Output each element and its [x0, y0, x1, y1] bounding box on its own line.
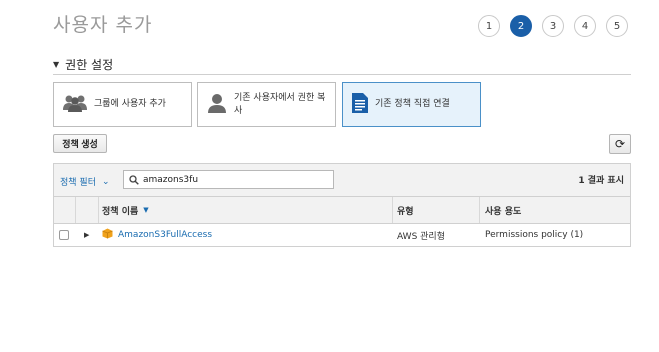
search-field[interactable]: [123, 170, 334, 189]
step-3[interactable]: 3: [542, 15, 564, 37]
step-5[interactable]: 5: [606, 15, 628, 37]
column-header-policy-name[interactable]: 정책 이름 ▼: [99, 197, 393, 223]
row-name-cell: AmazonS3FullAccess: [99, 224, 393, 246]
group-icon: [62, 93, 88, 116]
expand-arrow-icon[interactable]: ▶: [84, 231, 89, 239]
step-indicator: 1 2 3 4 5: [478, 15, 628, 37]
table-row: ▶ AmazonS3FullAccess AWS 관리형 Permissions…: [54, 224, 630, 246]
option-attach-existing-policy[interactable]: 기존 정책 직접 연결: [342, 82, 481, 127]
header-expand-cell: [76, 197, 99, 223]
document-icon: [351, 92, 369, 117]
row-check-cell: [54, 224, 76, 246]
refresh-button[interactable]: ⟳: [609, 134, 631, 154]
option-label: 그룹에 사용자 추가: [94, 99, 166, 110]
section-divider: [53, 74, 631, 75]
sort-desc-icon: ▼: [143, 206, 149, 214]
create-policy-button[interactable]: 정책 생성: [53, 134, 107, 153]
step-1[interactable]: 1: [478, 15, 500, 37]
policy-name-link[interactable]: AmazonS3FullAccess: [118, 230, 212, 240]
option-add-to-group[interactable]: 그룹에 사용자 추가: [53, 82, 192, 127]
user-icon: [206, 92, 228, 117]
table-header: 정책 이름 ▼ 유형 사용 용도: [54, 197, 630, 224]
option-label: 기존 사용자에서 권한 복사: [234, 93, 326, 116]
step-2-active[interactable]: 2: [510, 15, 532, 37]
column-header-usage[interactable]: 사용 용도: [480, 197, 630, 223]
policy-table: 정책 필터 ⌄ 1 결과 표시 정책 이름 ▼ 유형 사용 용도: [53, 163, 631, 247]
column-label: 정책 이름: [102, 206, 139, 217]
policy-filter-dropdown[interactable]: 정책 필터 ⌄: [60, 175, 110, 189]
header-check-cell: [54, 197, 76, 223]
option-copy-from-user[interactable]: 기존 사용자에서 권한 복사: [197, 82, 336, 127]
filter-bar: 정책 필터 ⌄ 1 결과 표시: [54, 164, 630, 197]
refresh-icon: ⟳: [614, 137, 626, 151]
row-usage-cell: Permissions policy (1): [485, 230, 584, 240]
filter-label: 정책 필터: [60, 178, 96, 188]
policy-box-icon: [102, 228, 113, 242]
row-type-cell: AWS 관리형: [397, 231, 445, 242]
step-4[interactable]: 4: [574, 15, 596, 37]
row-expand-cell: ▶: [76, 224, 99, 246]
column-header-type[interactable]: 유형: [393, 197, 480, 223]
section-title: 권한 설정: [65, 58, 114, 72]
row-checkbox[interactable]: [59, 230, 69, 240]
search-icon: [129, 170, 139, 189]
chevron-down-icon: ⌄: [101, 176, 110, 187]
option-label: 기존 정책 직접 연결: [375, 99, 450, 110]
page-title: 사용자 추가: [53, 14, 153, 36]
permissions-section-toggle[interactable]: ▼ 권한 설정: [53, 56, 113, 73]
caret-down-icon: ▼: [53, 60, 60, 69]
search-input[interactable]: [143, 174, 323, 185]
result-count: 1 결과 표시: [578, 176, 624, 186]
